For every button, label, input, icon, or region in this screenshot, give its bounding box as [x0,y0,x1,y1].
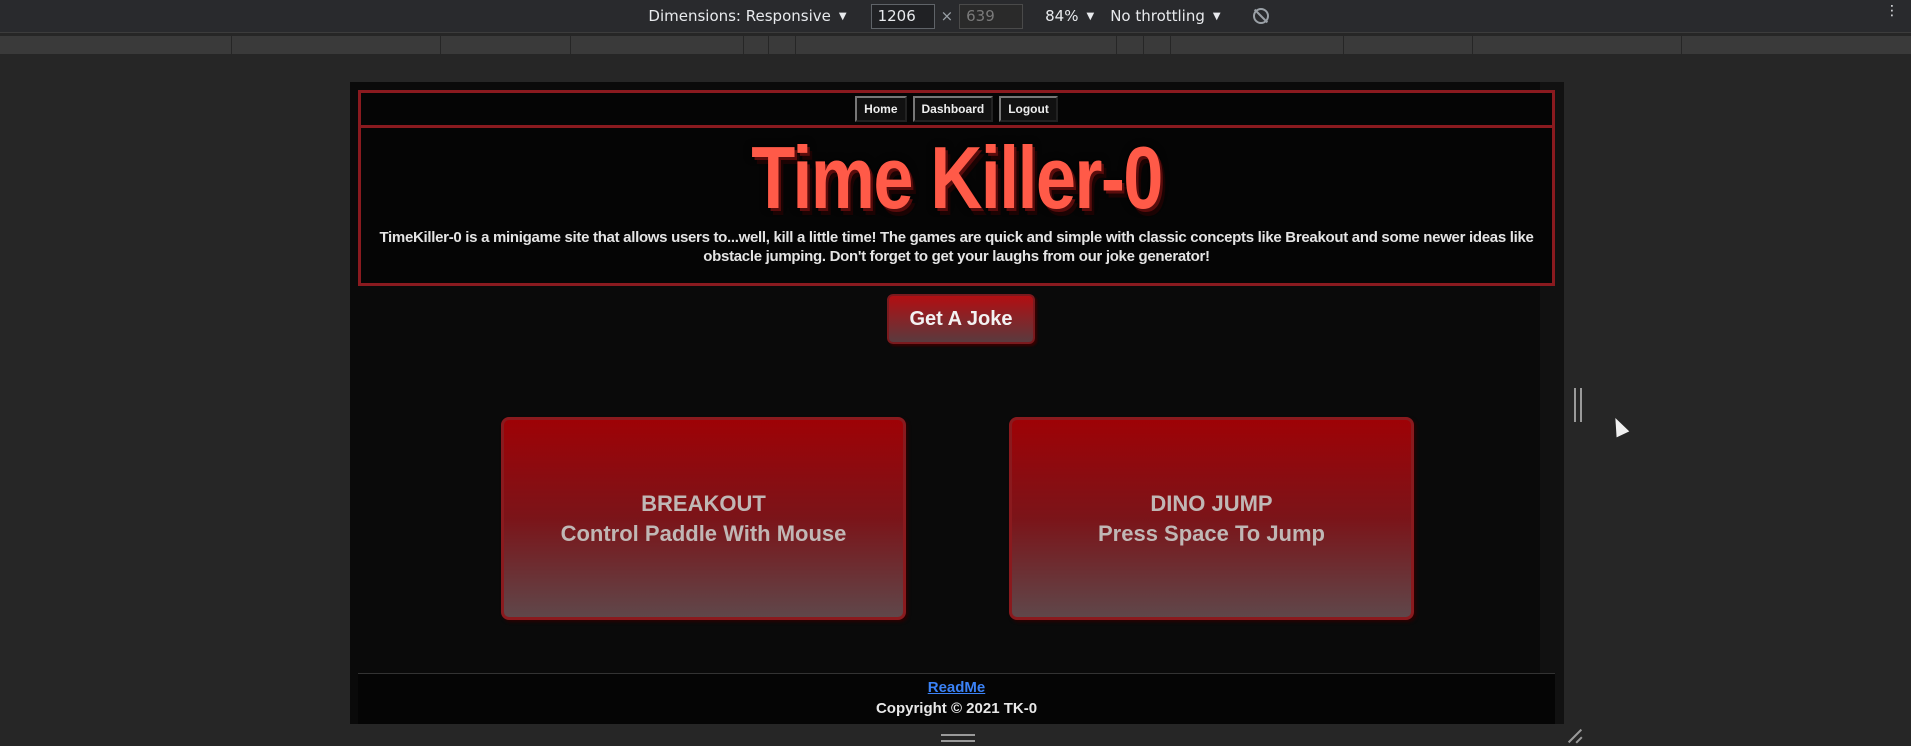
devtools-device-toolbar: Dimensions: Responsive ▼ × 84% ▼ No thro… [0,0,1911,33]
game-name: BREAKOUT [641,490,766,516]
media-query-ruler[interactable] [0,36,1911,54]
site-footer: ReadMe Copyright © 2021 TK-0 [358,673,1555,724]
resize-handle-bottom[interactable] [941,734,975,742]
emulated-viewport: Home Dashboard Logout Time Killer-0 Time… [350,82,1564,724]
get-joke-button[interactable]: Get A Joke [887,294,1035,344]
chevron-down-icon: ▼ [1212,10,1221,22]
game-instruction: Control Paddle With Mouse [560,520,847,546]
times-sign: × [940,7,954,25]
more-options-icon[interactable]: ⋮ [1885,4,1899,18]
site-header: Home Dashboard Logout Time Killer-0 Time… [358,90,1555,286]
dimensions-dropdown[interactable]: Dimensions: Responsive ▼ [648,7,846,25]
throttling-label: No throttling [1110,7,1205,25]
resize-corner-icon[interactable] [1568,728,1584,744]
chevron-down-icon: ▼ [838,10,847,22]
chevron-down-icon: ▼ [1086,10,1095,22]
site-title: Time Killer-0 [751,128,1163,227]
breakout-game-card[interactable]: BREAKOUT Control Paddle With Mouse [501,417,906,620]
dimensions-label: Dimensions: Responsive [648,7,831,25]
site-description: TimeKiller-0 is a minigame site that all… [379,229,1534,265]
dino-jump-game-card[interactable]: DINO JUMP Press Space To Jump [1009,417,1414,620]
zoom-dropdown[interactable]: 84% ▼ [1045,7,1094,25]
copyright-text: Copyright © 2021 TK-0 [875,700,1038,717]
games-section: BREAKOUT Control Paddle With Mouse DINO … [358,417,1564,622]
mouse-cursor-icon [1609,415,1630,438]
rotate-icon[interactable] [1252,8,1269,24]
width-input[interactable] [870,3,935,29]
nav-dashboard-button[interactable]: Dashboard [912,96,994,122]
game-name: DINO JUMP [1150,490,1273,516]
readme-link[interactable]: ReadMe [358,678,1555,698]
throttling-dropdown[interactable]: No throttling ▼ [1110,7,1220,25]
height-input[interactable] [959,3,1024,29]
site-page: Home Dashboard Logout Time Killer-0 Time… [358,90,1564,724]
nav-logout-button[interactable]: Logout [999,96,1058,122]
site-nav: Home Dashboard Logout [361,93,1552,128]
resize-handle-right[interactable] [1574,388,1582,422]
nav-home-button[interactable]: Home [855,96,907,122]
zoom-label: 84% [1045,7,1079,25]
game-instruction: Press Space To Jump [1097,520,1325,546]
